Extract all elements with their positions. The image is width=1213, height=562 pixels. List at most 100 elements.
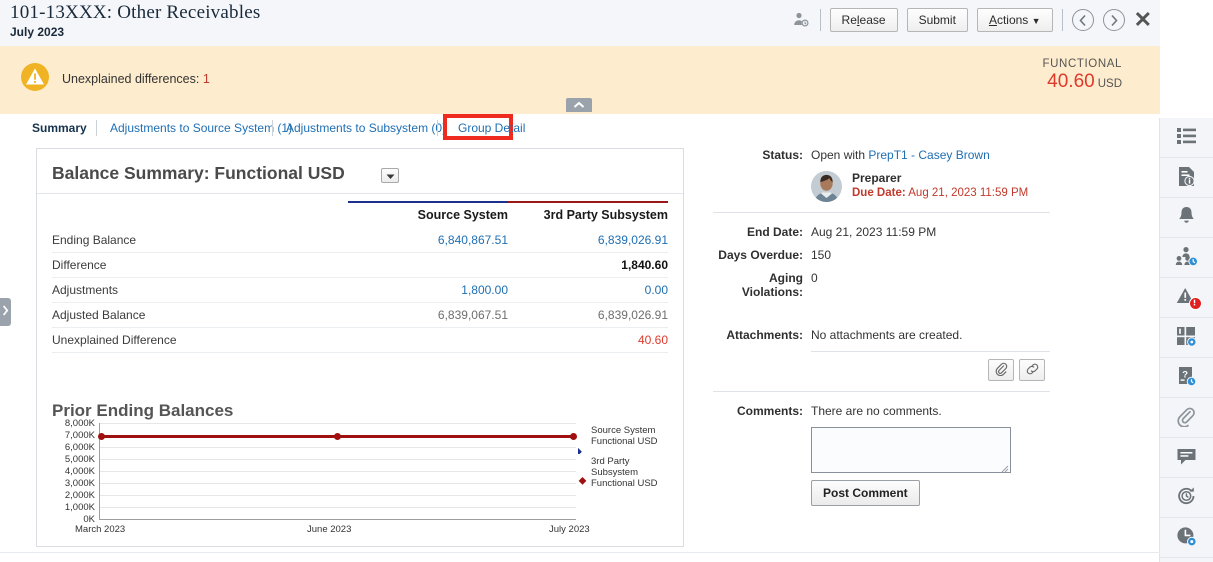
cell-source-system[interactable]: 1,800.00 <box>348 277 508 303</box>
gridline <box>99 483 576 484</box>
comment-input-wrapper[interactable] <box>811 427 1014 476</box>
gridline <box>99 495 576 496</box>
rail-item-alerts[interactable] <box>1160 278 1213 318</box>
rail-item-document-info[interactable] <box>1160 158 1213 198</box>
aging-violations-label: Aging Violations: <box>741 271 803 299</box>
release-button[interactable]: Release <box>829 8 898 32</box>
balance-summary-table: Source System 3rd Party Subsystem Ending… <box>52 201 668 353</box>
days-overdue-row: Days Overdue: 150 <box>705 248 1050 262</box>
row-label: Difference <box>52 252 348 278</box>
chart-legend: Source System Functional USD 3rd Party S… <box>574 425 678 493</box>
y-tick-label: 7,000K <box>64 430 95 441</box>
attach-file-button[interactable] <box>988 359 1014 381</box>
attachments-label: Attachments: <box>726 328 803 342</box>
divider <box>96 120 97 136</box>
comments-label: Comments: <box>736 404 803 418</box>
warning-triangle-icon <box>20 62 50 95</box>
chevron-up-icon <box>573 98 585 112</box>
divider <box>437 120 438 136</box>
preparer-row: Preparer Due Date: Aug 21, 2023 11:59 PM <box>705 171 1050 202</box>
bell-icon <box>1177 206 1196 229</box>
paperclip-icon <box>1177 406 1196 430</box>
page-title: 101-13XXX: Other Receivables <box>10 2 261 23</box>
cell-3rd-party[interactable]: 6,839,026.91 <box>508 228 668 253</box>
rail-item-dashboard[interactable] <box>1160 318 1213 358</box>
y-tick-label: 3,000K <box>64 478 95 489</box>
y-tick-label: 1,000K <box>64 502 95 513</box>
left-panel-expand-handle[interactable] <box>0 298 11 326</box>
chevron-left-circle-icon[interactable] <box>1071 9 1094 31</box>
banner-collapse-toggle[interactable] <box>566 98 592 112</box>
user-assign-icon[interactable] <box>791 10 811 30</box>
table-row: Adjustments 1,800.00 0.00 <box>52 277 668 303</box>
functional-total: FUNCTIONAL 40.60 USD <box>1043 58 1122 93</box>
balance-summary-title: Balance Summary: Functional USD <box>52 163 345 183</box>
rail-item-workflow[interactable] <box>1160 238 1213 278</box>
gridline <box>99 507 576 508</box>
cell-3rd-party[interactable]: 0.00 <box>508 277 668 303</box>
alert-badge <box>1189 297 1202 310</box>
rail-item-help[interactable]: ? <box>1160 358 1213 398</box>
legend-marker-diamond-icon <box>578 474 587 485</box>
legend-marker-diamond-icon <box>574 443 587 456</box>
rail-item-schedule[interactable] <box>1160 518 1213 558</box>
attachments-value: No attachments are created. <box>811 328 963 342</box>
cell-3rd-party: 1,840.60 <box>508 252 668 278</box>
details-panel: Status: Open with PrepT1 - Casey Brown P… <box>705 148 1050 506</box>
table-header-row: Source System 3rd Party Subsystem <box>52 201 668 228</box>
data-point[interactable] <box>98 433 105 440</box>
avatar[interactable] <box>811 171 842 202</box>
balance-summary-dropdown-button[interactable] <box>381 168 399 183</box>
functional-label: FUNCTIONAL <box>1042 58 1122 70</box>
legend-label: Source System Functional USD <box>591 425 658 447</box>
attachment-actions <box>705 359 1045 381</box>
legend-item-3rd-party[interactable]: 3rd Party Subsystem Functional USD <box>578 456 678 489</box>
post-comment-button[interactable]: Post Comment <box>811 480 920 506</box>
legend-item-source-system[interactable]: Source System Functional USD <box>574 425 678 456</box>
gridline <box>99 459 576 460</box>
cell-source-system[interactable]: 6,840,867.51 <box>348 228 508 253</box>
column-header-3rd-party: 3rd Party Subsystem <box>508 201 668 228</box>
rail-item-comments[interactable] <box>1160 438 1213 478</box>
list-icon <box>1176 127 1197 148</box>
x-tick-label: March 2023 <box>75 524 126 535</box>
data-point[interactable] <box>570 433 577 440</box>
submit-button[interactable]: Submit <box>906 8 968 32</box>
actions-menu-button[interactable]: Actions ▼ <box>976 8 1053 32</box>
tab-summary[interactable]: Summary <box>22 118 97 138</box>
status-assignee-link[interactable]: PrepT1 - Casey Brown <box>868 148 989 162</box>
close-icon[interactable]: ✕ <box>1134 9 1152 31</box>
dashboard-icon <box>1176 326 1197 349</box>
table-row: Ending Balance 6,840,867.51 6,839,026.91 <box>52 228 668 253</box>
y-tick-label: 6,000K <box>64 442 95 453</box>
warning-text: Unexplained differences: 1 <box>62 71 210 86</box>
link-icon <box>1025 362 1040 379</box>
comments-row: Comments: There are no comments. <box>705 404 1050 418</box>
divider <box>713 391 1050 392</box>
data-point[interactable] <box>334 433 341 440</box>
cell-3rd-party: 6,839,026.91 <box>508 302 668 328</box>
end-date-label: End Date: <box>746 225 803 239</box>
comment-icon <box>1176 447 1197 469</box>
rail-item-list[interactable] <box>1160 118 1213 158</box>
y-tick-label: 5,000K <box>64 454 95 465</box>
tab-adjustments-subsystem[interactable]: Adjustments to Subsystem (0) <box>276 118 456 138</box>
days-overdue-label: Days Overdue: <box>718 248 803 262</box>
row-label: Ending Balance <box>52 228 348 253</box>
rail-item-attachments[interactable] <box>1160 398 1213 438</box>
rail-item-history[interactable] <box>1160 478 1213 518</box>
rail-item-notifications[interactable] <box>1160 198 1213 238</box>
chevron-right-circle-icon[interactable] <box>1102 9 1125 31</box>
tab-group-detail[interactable]: Group Detail <box>448 118 535 138</box>
document-info-icon <box>1177 166 1196 190</box>
row-label: Adjusted Balance <box>52 302 348 328</box>
attach-link-button[interactable] <box>1019 359 1045 381</box>
divider <box>713 212 1050 213</box>
resize-grip-icon[interactable] <box>1000 462 1009 473</box>
status-row: Status: Open with PrepT1 - Casey Brown <box>705 148 1050 162</box>
row-label: Adjustments <box>52 277 348 303</box>
aging-violations-row: Aging Violations: 0 <box>705 271 1050 299</box>
comment-input[interactable] <box>812 428 1014 476</box>
divider <box>1061 9 1063 31</box>
row-label: Unexplained Difference <box>52 327 348 353</box>
